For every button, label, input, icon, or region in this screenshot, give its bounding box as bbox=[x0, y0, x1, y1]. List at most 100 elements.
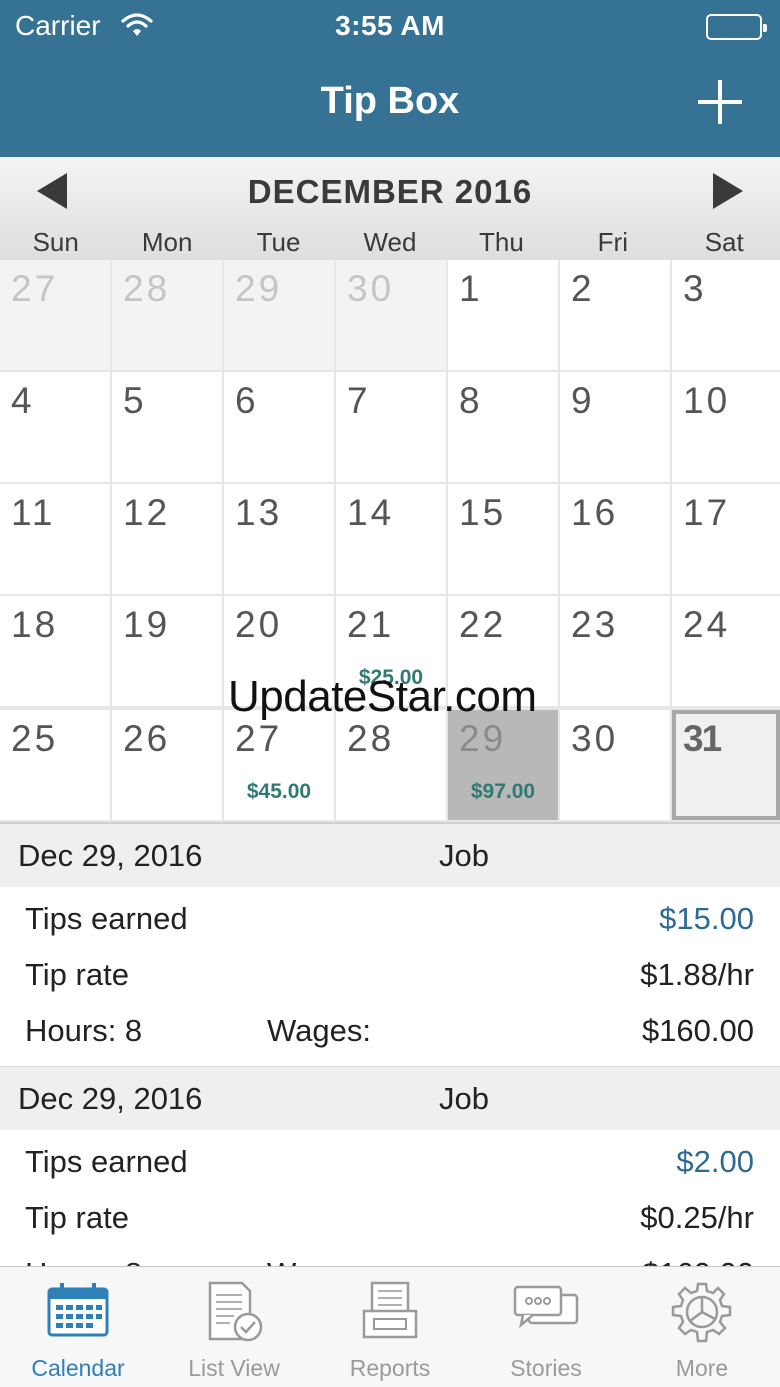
calendar-day[interactable]: 5 bbox=[112, 372, 222, 482]
calendar-day[interactable]: 30 bbox=[336, 260, 446, 370]
list-document-icon bbox=[208, 1281, 263, 1342]
day-number: 9 bbox=[571, 380, 595, 421]
calendar-day[interactable]: 29 bbox=[224, 260, 334, 370]
calendar-day[interactable]: 16 bbox=[560, 484, 670, 594]
calendar-grid: 27 28 29 30 1 2 3 4 5 6 7 8 9 10 11 12 13 14 15 16 17 18 19 20 2… bbox=[0, 260, 780, 822]
tab-more[interactable]: More bbox=[624, 1267, 780, 1387]
weekday-label: Wed bbox=[363, 227, 417, 257]
calendar-day[interactable]: 17 bbox=[672, 484, 780, 594]
calendar-day[interactable]: 8 bbox=[448, 372, 558, 482]
day-tip-amount: $45.00 bbox=[246, 780, 312, 803]
calendar-day[interactable]: 18 bbox=[0, 596, 110, 706]
day-number: 23 bbox=[571, 604, 619, 645]
entry-item[interactable]: Dec 29, 2016 Job Tips earned $15.00 Tip … bbox=[0, 824, 780, 1067]
weekday-label: Tue bbox=[256, 227, 301, 257]
rate-row: Tip rate $0.25/hr bbox=[25, 1200, 754, 1240]
entry-item[interactable]: Dec 29, 2016 Job Tips earned $2.00 Tip r… bbox=[0, 1067, 780, 1267]
plus-icon[interactable] bbox=[696, 78, 744, 126]
day-number: 28 bbox=[123, 268, 171, 309]
day-number: 31 bbox=[683, 718, 722, 759]
rate-value: $0.25/hr bbox=[640, 1200, 754, 1235]
entry-date: Dec 29, 2016 bbox=[18, 838, 203, 873]
calendar-day[interactable]: 30 bbox=[560, 710, 670, 820]
tips-row: Tips earned $15.00 bbox=[25, 901, 754, 941]
entries-list[interactable]: Dec 29, 2016 Job Tips earned $15.00 Tip … bbox=[0, 822, 780, 1267]
page-title: Tip Box bbox=[320, 80, 460, 122]
tips-row: Tips earned $2.00 bbox=[25, 1144, 754, 1184]
day-number: 18 bbox=[11, 604, 59, 645]
navigation-bar: Carrier 3:55 AM Tip Box bbox=[0, 0, 780, 157]
reports-icon bbox=[362, 1281, 418, 1339]
day-number: 1 bbox=[459, 268, 483, 309]
wages-label: Wages: bbox=[267, 1013, 371, 1048]
chat-bubbles-icon bbox=[513, 1285, 579, 1329]
tips-label: Tips earned bbox=[25, 1144, 188, 1179]
day-tip-amount: $97.00 bbox=[470, 780, 536, 803]
calendar-day[interactable]: 12 bbox=[112, 484, 222, 594]
calendar-day[interactable]: 24 bbox=[672, 596, 780, 706]
calendar-icon bbox=[47, 1283, 109, 1337]
calendar-day[interactable]: 15 bbox=[448, 484, 558, 594]
day-number: 5 bbox=[123, 380, 147, 421]
entry-details: Tips earned $15.00 Tip rate $1.88/hr Hou… bbox=[0, 887, 780, 1067]
calendar-day[interactable]: 14 bbox=[336, 484, 446, 594]
hours-label: Hours: 8 bbox=[25, 1013, 143, 1048]
calendar-day[interactable]: 23 bbox=[560, 596, 670, 706]
rate-label: Tip rate bbox=[25, 957, 129, 992]
gear-icon bbox=[671, 1282, 732, 1343]
day-number: 22 bbox=[459, 604, 507, 645]
next-month-icon[interactable] bbox=[711, 173, 743, 209]
tab-label: List View bbox=[188, 1355, 280, 1381]
tab-label: Calendar bbox=[31, 1355, 125, 1381]
rate-value: $1.88/hr bbox=[640, 957, 754, 992]
tips-value: $2.00 bbox=[676, 1144, 754, 1179]
day-number: 26 bbox=[123, 718, 171, 759]
calendar-day[interactable]: 28 bbox=[112, 260, 222, 370]
calendar-day[interactable]: 4 bbox=[0, 372, 110, 482]
day-number: 25 bbox=[11, 718, 59, 759]
day-number: 6 bbox=[235, 380, 259, 421]
calendar-day-today[interactable]: 31 bbox=[672, 710, 780, 820]
weekday-label: Mon bbox=[141, 227, 193, 257]
entry-date: Dec 29, 2016 bbox=[18, 1081, 203, 1116]
calendar-day[interactable]: 1 bbox=[448, 260, 558, 370]
weekday-label: Sat bbox=[704, 227, 744, 257]
calendar-day[interactable]: 9 bbox=[560, 372, 670, 482]
calendar-day[interactable]: 3 bbox=[672, 260, 780, 370]
day-number: 20 bbox=[235, 604, 283, 645]
watermark-text: UpdateStar.com bbox=[228, 672, 537, 721]
day-number: 13 bbox=[235, 492, 283, 533]
weekday-header: Sun Mon Tue Wed Thu Fri Sat bbox=[0, 227, 780, 258]
calendar-day[interactable]: 28 bbox=[336, 710, 446, 820]
calendar-day-selected[interactable]: 29 $97.00 bbox=[448, 710, 558, 820]
calendar-day[interactable]: 13 bbox=[224, 484, 334, 594]
day-number: 14 bbox=[347, 492, 395, 533]
day-number: 28 bbox=[347, 718, 395, 759]
day-number: 11 bbox=[11, 492, 56, 533]
day-number: 29 bbox=[459, 718, 507, 759]
tab-list-view[interactable]: List View bbox=[156, 1267, 312, 1387]
day-number: 30 bbox=[571, 718, 619, 759]
calendar-day[interactable]: 10 bbox=[672, 372, 780, 482]
hours-row: Hours: 8 Wages: $160.00 bbox=[25, 1013, 754, 1053]
calendar-day[interactable]: 6 bbox=[224, 372, 334, 482]
tab-reports[interactable]: Reports bbox=[312, 1267, 468, 1387]
tab-bar: Calendar List View Reports Stories More bbox=[0, 1266, 780, 1387]
calendar-day[interactable]: 7 bbox=[336, 372, 446, 482]
calendar-day[interactable]: 11 bbox=[0, 484, 110, 594]
wages-value: $160.00 bbox=[641, 1013, 754, 1048]
calendar-day[interactable]: 26 bbox=[112, 710, 222, 820]
tab-stories[interactable]: Stories bbox=[468, 1267, 624, 1387]
calendar-day[interactable]: 27 $45.00 bbox=[224, 710, 334, 820]
tab-calendar[interactable]: Calendar bbox=[0, 1267, 156, 1387]
rate-label: Tip rate bbox=[25, 1200, 129, 1235]
day-number: 29 bbox=[235, 268, 283, 309]
day-number: 17 bbox=[683, 492, 731, 533]
calendar-day[interactable]: 27 bbox=[0, 260, 110, 370]
day-number: 16 bbox=[571, 492, 619, 533]
calendar-day[interactable]: 19 bbox=[112, 596, 222, 706]
entry-header: Dec 29, 2016 Job bbox=[0, 824, 780, 887]
calendar-day[interactable]: 2 bbox=[560, 260, 670, 370]
month-header: DECEMBER 2016 Sun Mon Tue Wed Thu Fri Sa… bbox=[0, 157, 780, 260]
calendar-day[interactable]: 25 bbox=[0, 710, 110, 820]
